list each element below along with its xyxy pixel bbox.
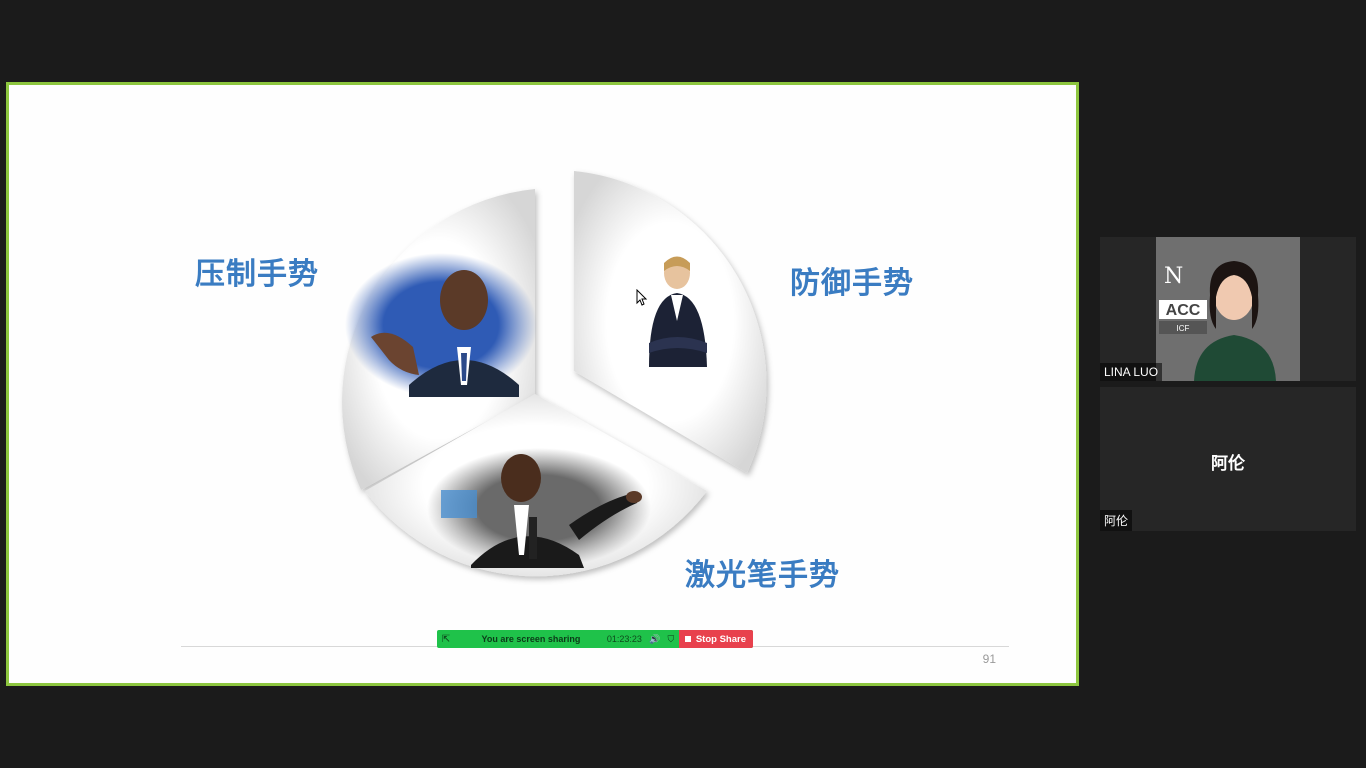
shared-screen: 压制手势 防御手势 激光笔手势 91 ⇱ You are screen shar… [6,82,1079,686]
participant-name: 阿伦 [1100,510,1133,531]
shield-icon[interactable]: ⛉ [663,634,679,645]
svg-text:N: N [1164,264,1183,289]
stop-share-button[interactable]: Stop Share [678,630,753,648]
screen-share-toolbar[interactable]: ⇱ You are screen sharing 01:23:23 🔊 ⛉ St… [437,630,753,648]
mouse-cursor-icon [636,289,648,306]
speaker-icon[interactable]: 🔊 [647,634,663,645]
participant-video: N ACC ICF [1156,237,1300,381]
label-defend-gesture: 防御手势 [790,266,914,301]
participant-tile-alun[interactable]: 阿伦 阿伦 [1100,387,1356,531]
label-suppress-gesture: 压制手势 [195,257,319,292]
label-laser-gesture: 激光笔手势 [685,558,840,593]
icf-badge-text: ICF [1177,324,1190,333]
pie-graphic [342,171,767,577]
acc-badge-text: ACC [1166,302,1201,319]
participant-display-name: 阿伦 [1211,454,1245,474]
share-status-message: You are screen sharing [481,634,581,644]
share-timer: 01:23:23 [606,634,642,644]
stop-square-icon [684,636,691,642]
stop-share-label: Stop Share [695,633,746,645]
participant-name: LINA LUO [1100,363,1163,381]
photo-suppress [345,253,537,397]
participant-tile-lina[interactable]: N ACC ICF LINA LUO [1100,237,1356,381]
drag-handle-icon[interactable]: ⇱ [437,634,455,645]
slide-page-number: 91 [982,652,996,666]
photo-laser [427,448,651,568]
